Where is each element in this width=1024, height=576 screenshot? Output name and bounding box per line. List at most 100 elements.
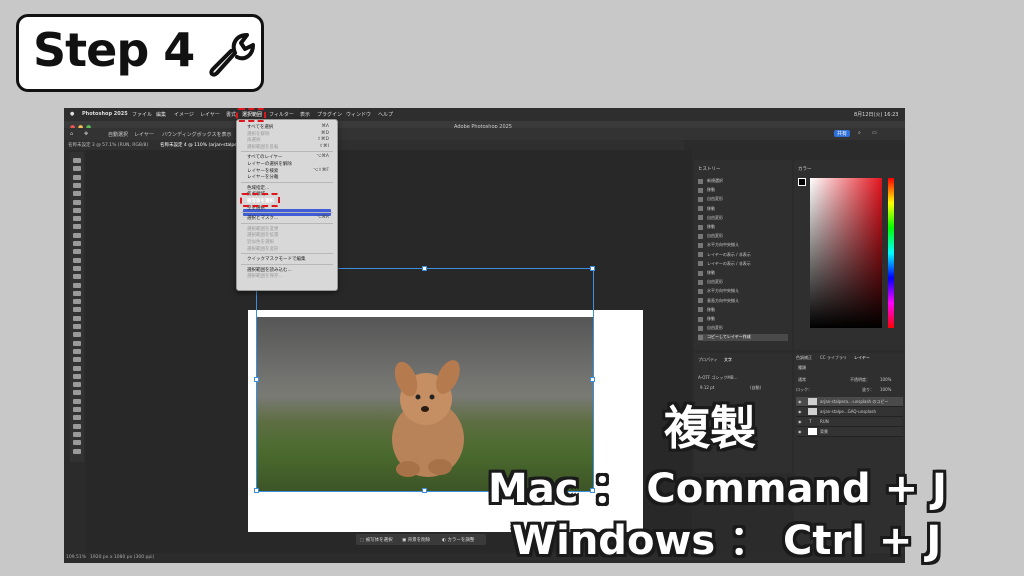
tool-icon[interactable]: [73, 390, 81, 396]
menu-item[interactable]: 選択範囲を変更: [247, 226, 279, 232]
layer-row-background[interactable]: ◉ 背景: [796, 427, 903, 437]
history-row[interactable]: 水平方向中央揃え: [698, 288, 788, 295]
transform-handle[interactable]: [422, 266, 427, 271]
tool-icon[interactable]: [73, 274, 81, 280]
menu-item[interactable]: 再選択: [247, 137, 261, 143]
history-row[interactable]: 自由変形: [698, 279, 788, 286]
menu-item[interactable]: 選択範囲を変形: [247, 246, 279, 252]
tool-icon[interactable]: [73, 241, 81, 246]
tool-icon[interactable]: [73, 332, 81, 338]
tool-icon[interactable]: [73, 282, 81, 288]
ctx-remove-bg-button[interactable]: ▣ 背景を削除: [402, 537, 430, 543]
transform-handle[interactable]: [590, 266, 595, 271]
tool-icon[interactable]: [73, 415, 81, 421]
tab-layers[interactable]: レイヤー: [854, 355, 870, 361]
menu-help[interactable]: ヘルプ: [378, 111, 393, 118]
tool-icon[interactable]: [73, 407, 81, 412]
menu-item[interactable]: すべてを選択: [247, 124, 273, 130]
tool-icon[interactable]: [73, 315, 81, 321]
transform-handle[interactable]: [254, 488, 259, 493]
font-size-field[interactable]: 9.12 pt: [700, 385, 714, 390]
tab-doc-3[interactable]: 名称未設定 3 @ 57.1% (RUN, RGB/8): [68, 142, 148, 148]
tab-doc-4[interactable]: 名称未設定 4 @ 110% (arjan-stalpe: [160, 142, 237, 148]
tool-icon[interactable]: [73, 348, 81, 354]
history-row[interactable]: 移動: [698, 187, 788, 194]
menu-filter[interactable]: フィルター: [269, 111, 294, 118]
layer-row-copy[interactable]: ◉ arjan-stalpera...-unsplash のコピー: [796, 397, 903, 407]
history-row[interactable]: レイヤーの表示 / 非表示: [698, 261, 788, 268]
history-row[interactable]: 移動: [698, 206, 788, 213]
menu-item[interactable]: 選択範囲を保存...: [247, 273, 283, 279]
layer-row-run[interactable]: ◉ T RUN: [796, 417, 903, 427]
tool-icon[interactable]: [73, 232, 81, 238]
tab-cc-libraries[interactable]: CC ライブラリ: [820, 355, 847, 361]
bounding-box-checkbox[interactable]: バウンディングボックスを表示: [162, 131, 232, 138]
transform-handle[interactable]: [422, 488, 427, 493]
tool-icon[interactable]: [73, 207, 81, 213]
menu-item[interactable]: 色域指定...: [247, 185, 269, 191]
layer-filter-select[interactable]: 種類: [798, 365, 806, 371]
ctx-select-subject-button[interactable]: ⬚ 被写体を選択: [360, 537, 393, 543]
tool-icon[interactable]: [73, 191, 81, 197]
history-row[interactable]: 自由変形: [698, 325, 788, 332]
menu-view[interactable]: 表示: [300, 111, 310, 118]
visibility-eye-icon[interactable]: ◉: [798, 399, 802, 404]
tool-icon[interactable]: [73, 423, 81, 429]
color-picker-field[interactable]: [810, 178, 882, 328]
menu-item[interactable]: レイヤーを検索: [247, 168, 278, 174]
fill-field[interactable]: 100%: [880, 387, 891, 392]
search-icon[interactable]: ⌕: [858, 130, 861, 136]
tool-icon[interactable]: [73, 290, 81, 296]
menu-item[interactable]: 近似色を選択: [247, 239, 274, 245]
tool-icon[interactable]: [73, 257, 81, 263]
menu-item[interactable]: 選択範囲を反転: [247, 144, 279, 150]
tool-icon[interactable]: [73, 340, 81, 346]
tool-icon[interactable]: [73, 158, 81, 163]
menu-app[interactable]: Photoshop 2025: [82, 111, 128, 117]
tool-icon[interactable]: [73, 224, 81, 230]
visibility-eye-icon[interactable]: ◉: [798, 429, 802, 434]
visibility-eye-icon[interactable]: ◉: [798, 409, 802, 414]
menu-item[interactable]: レイヤーを分離: [247, 174, 278, 180]
tool-icon[interactable]: [73, 365, 81, 371]
history-row[interactable]: 移動: [698, 224, 788, 231]
blend-mode-select[interactable]: 通常: [798, 377, 806, 383]
visibility-eye-icon[interactable]: ◉: [798, 419, 802, 424]
tool-icon[interactable]: [73, 357, 81, 363]
history-row[interactable]: 移動: [698, 270, 788, 277]
tool-icon[interactable]: [73, 440, 81, 446]
workspace-icon[interactable]: ▭: [872, 130, 877, 136]
history-row[interactable]: 垂直方向中央揃え: [698, 298, 788, 305]
tool-icon[interactable]: [73, 216, 81, 222]
auto-select-target[interactable]: レイヤー: [134, 131, 154, 138]
history-row[interactable]: 移動: [698, 316, 788, 323]
menu-item[interactable]: 選択を解除: [247, 131, 270, 137]
history-row[interactable]: 移動: [698, 307, 788, 314]
history-row[interactable]: 新規選択: [698, 178, 788, 185]
font-family-select[interactable]: A-OTF ゴシックMB...: [698, 375, 737, 381]
tool-icon[interactable]: [73, 299, 81, 305]
history-row[interactable]: 水平方向中央揃え: [698, 242, 788, 249]
tool-icon[interactable]: [73, 249, 81, 255]
history-row[interactable]: 自由変形: [698, 233, 788, 240]
tool-icon[interactable]: [73, 182, 81, 188]
tool-icon[interactable]: [73, 166, 81, 172]
menu-item[interactable]: すべてのレイヤー: [247, 154, 282, 160]
tab-properties[interactable]: プロパティ: [698, 357, 718, 363]
tool-icon[interactable]: [73, 307, 81, 313]
history-tab[interactable]: ヒストリー: [698, 166, 721, 172]
home-icon[interactable]: ⌂: [70, 131, 73, 137]
history-row[interactable]: 自由変形: [698, 196, 788, 203]
menu-type[interactable]: 書式: [226, 111, 236, 118]
foreground-swatch[interactable]: [798, 178, 806, 186]
tab-character[interactable]: 文字: [724, 357, 732, 363]
tool-icon[interactable]: [73, 265, 81, 271]
tool-icon[interactable]: [73, 324, 81, 329]
opacity-field[interactable]: 100%: [880, 377, 891, 382]
tool-icon[interactable]: [73, 431, 81, 437]
menu-plugins[interactable]: プラグイン: [317, 111, 342, 118]
tool-icon[interactable]: [73, 373, 81, 379]
layer-row-photo[interactable]: ◉ arjan-stalpe...GAQ-unsplash: [796, 407, 903, 417]
menu-file[interactable]: ファイル: [132, 111, 152, 118]
tool-icon[interactable]: [73, 448, 81, 454]
